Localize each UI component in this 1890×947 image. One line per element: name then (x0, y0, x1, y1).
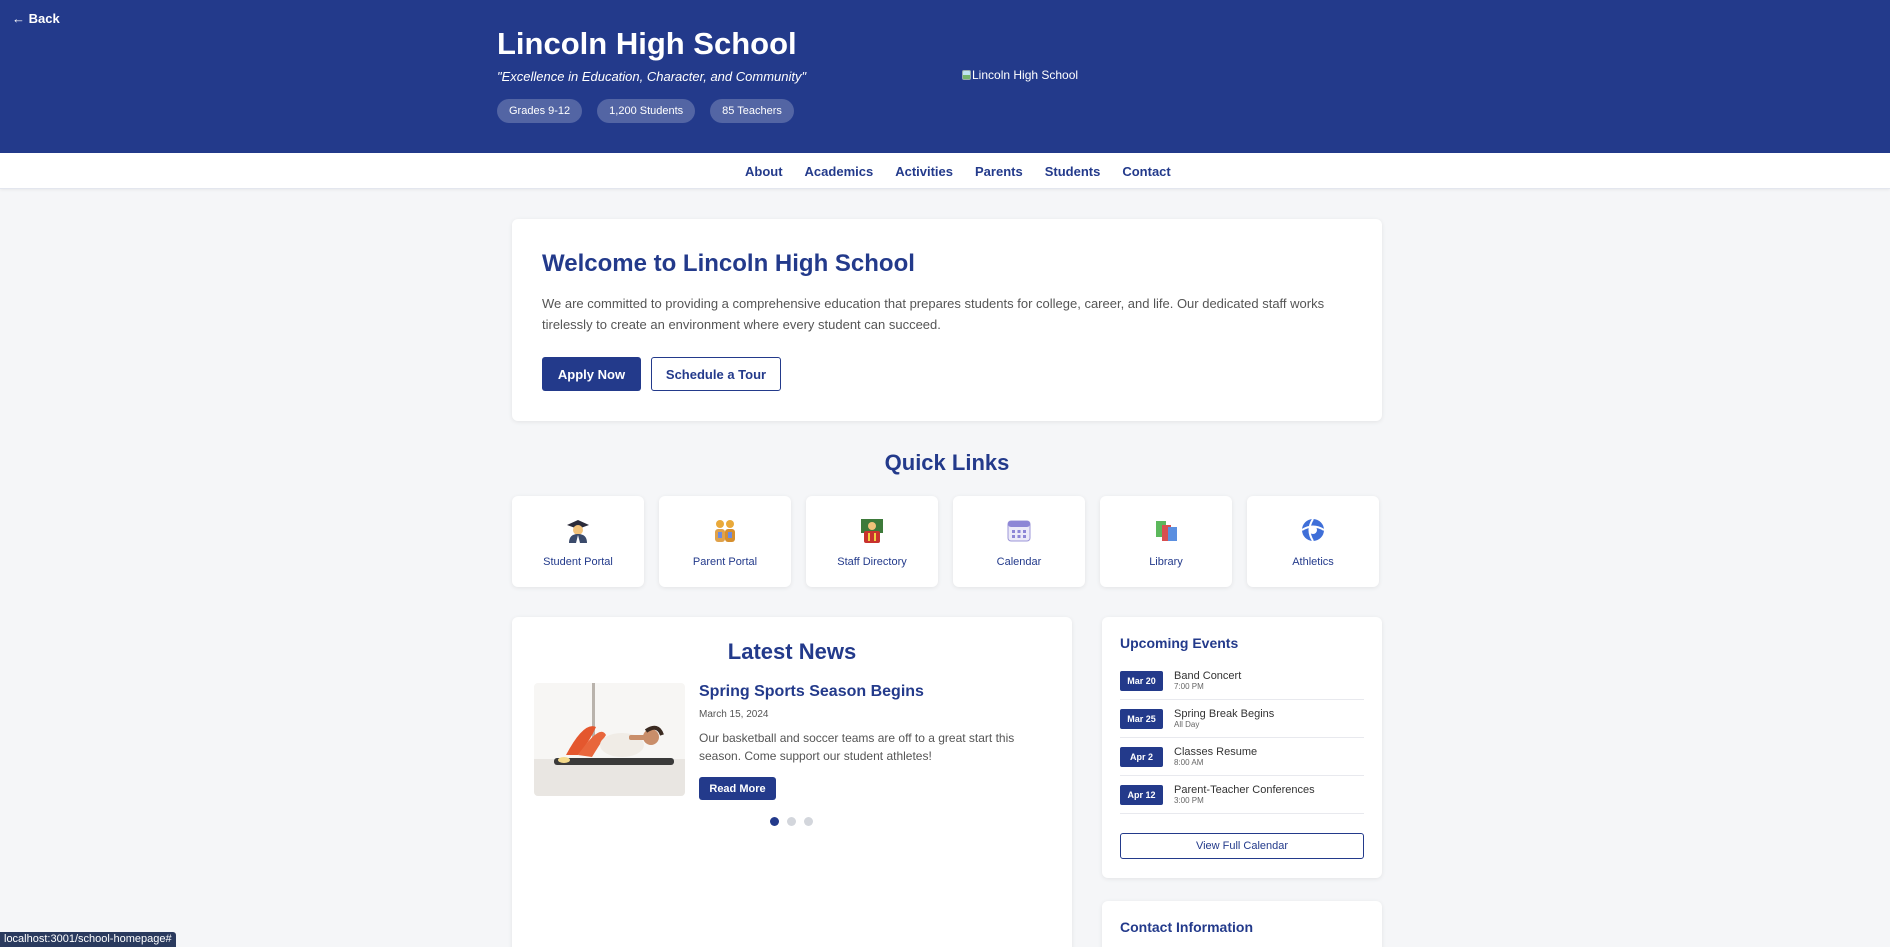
carousel-dot[interactable] (770, 817, 779, 826)
event-item[interactable]: Apr 2 Classes Resume 8:00 AM (1120, 738, 1364, 776)
nav-item-activities[interactable]: Activities (895, 164, 953, 179)
event-item[interactable]: Mar 20 Band Concert 7:00 PM (1120, 662, 1364, 700)
event-date-badge: Mar 25 (1120, 708, 1163, 729)
quick-link-label: Parent Portal (692, 556, 758, 568)
latest-news-title: Latest News (727, 639, 857, 664)
graduate-icon (512, 517, 644, 543)
welcome-title: Welcome to Lincoln High School (542, 250, 915, 277)
back-link[interactable]: ← Back (12, 11, 60, 26)
quick-link-label: Calendar (996, 556, 1042, 568)
apply-now-button[interactable]: Apply Now (542, 357, 641, 391)
nav-item-about[interactable]: About (745, 164, 783, 179)
school-logo: Lincoln High School (962, 68, 1078, 82)
calendar-icon (953, 517, 1085, 543)
event-name: Classes Resume (1174, 745, 1258, 758)
books-icon (1100, 517, 1232, 543)
nav-item-contact[interactable]: Contact (1122, 164, 1170, 179)
nav-item-parents[interactable]: Parents (975, 164, 1023, 179)
logo-alt-text: Lincoln High School (972, 68, 1079, 82)
quick-link-label: Staff Directory (837, 556, 907, 568)
quick-link-staff-directory[interactable]: Staff Directory (806, 496, 938, 587)
quick-link-label: Student Portal (543, 556, 613, 568)
upcoming-events-card: Upcoming Events Mar 20 Band Concert 7:00… (1102, 617, 1382, 878)
event-item[interactable]: Mar 25 Spring Break Begins All Day (1120, 700, 1364, 738)
news-image (534, 683, 685, 796)
event-date-badge: Apr 2 (1120, 746, 1163, 767)
event-time: All Day (1174, 719, 1200, 729)
status-bar-url: localhost:3001/school-homepage# (0, 932, 176, 947)
ball-icon (1247, 517, 1379, 543)
event-date-badge: Mar 20 (1120, 670, 1163, 691)
quick-links-grid: Student Portal Parent Portal Staff Direc… (512, 496, 1382, 587)
welcome-card: Welcome to Lincoln High School We are co… (512, 219, 1382, 421)
news-date: March 15, 2024 (699, 709, 769, 720)
family-icon (659, 517, 791, 543)
nav-item-students[interactable]: Students (1045, 164, 1101, 179)
school-stats: Grades 9-12 1,200 Students 85 Teachers (497, 99, 794, 123)
welcome-text: We are committed to providing a comprehe… (542, 296, 1325, 332)
event-name: Parent-Teacher Conferences (1174, 783, 1315, 796)
contact-info-title: Contact Information (1120, 919, 1253, 935)
school-name: Lincoln High School (497, 26, 797, 61)
event-name: Band Concert (1174, 669, 1242, 682)
broken-image-icon (962, 70, 971, 80)
quick-link-library[interactable]: Library (1100, 496, 1232, 587)
read-more-button[interactable]: Read More (699, 777, 776, 800)
quick-link-athletics[interactable]: Athletics (1247, 496, 1379, 587)
event-name: Spring Break Begins (1174, 707, 1275, 720)
quick-link-label: Library (1149, 556, 1183, 568)
carousel-dots (770, 817, 813, 826)
event-list: Mar 20 Band Concert 7:00 PM Mar 25 Sprin… (1120, 662, 1364, 814)
teacher-icon (806, 517, 938, 543)
contact-info-card: Contact Information (1102, 901, 1382, 947)
upcoming-events-title: Upcoming Events (1120, 635, 1239, 651)
event-item[interactable]: Apr 12 Parent-Teacher Conferences 3:00 P… (1120, 776, 1364, 814)
stat-badge-grades: Grades 9-12 (497, 99, 583, 123)
quick-link-student-portal[interactable]: Student Portal (512, 496, 644, 587)
carousel-dot[interactable] (787, 817, 796, 826)
school-motto: "Excellence in Education, Character, and… (497, 69, 807, 84)
main-nav: About Academics Activities Parents Stude… (0, 153, 1890, 189)
nav-item-academics[interactable]: Academics (805, 164, 874, 179)
event-time: 3:00 PM (1174, 795, 1204, 805)
news-headline[interactable]: Spring Sports Season Begins (699, 683, 924, 701)
stat-badge-students: 1,200 Students (597, 99, 696, 123)
event-date-badge: Apr 12 (1120, 784, 1163, 805)
news-summary: Our basketball and soccer teams are off … (699, 731, 1015, 763)
site-header: ← Back Lincoln High School "Excellence i… (0, 0, 1890, 153)
schedule-tour-button[interactable]: Schedule a Tour (651, 357, 781, 391)
quick-link-calendar[interactable]: Calendar (953, 496, 1085, 587)
carousel-dot[interactable] (804, 817, 813, 826)
stat-badge-teachers: 85 Teachers (710, 99, 794, 123)
view-full-calendar-button[interactable]: View Full Calendar (1120, 833, 1364, 859)
latest-news-card: Latest News Spring Sports Season Begins … (512, 617, 1072, 947)
quick-links-title: Quick Links (884, 450, 1010, 475)
event-time: 7:00 PM (1174, 681, 1204, 691)
event-time: 8:00 AM (1174, 757, 1204, 767)
quick-link-label: Athletics (1292, 556, 1334, 568)
quick-link-parent-portal[interactable]: Parent Portal (659, 496, 791, 587)
